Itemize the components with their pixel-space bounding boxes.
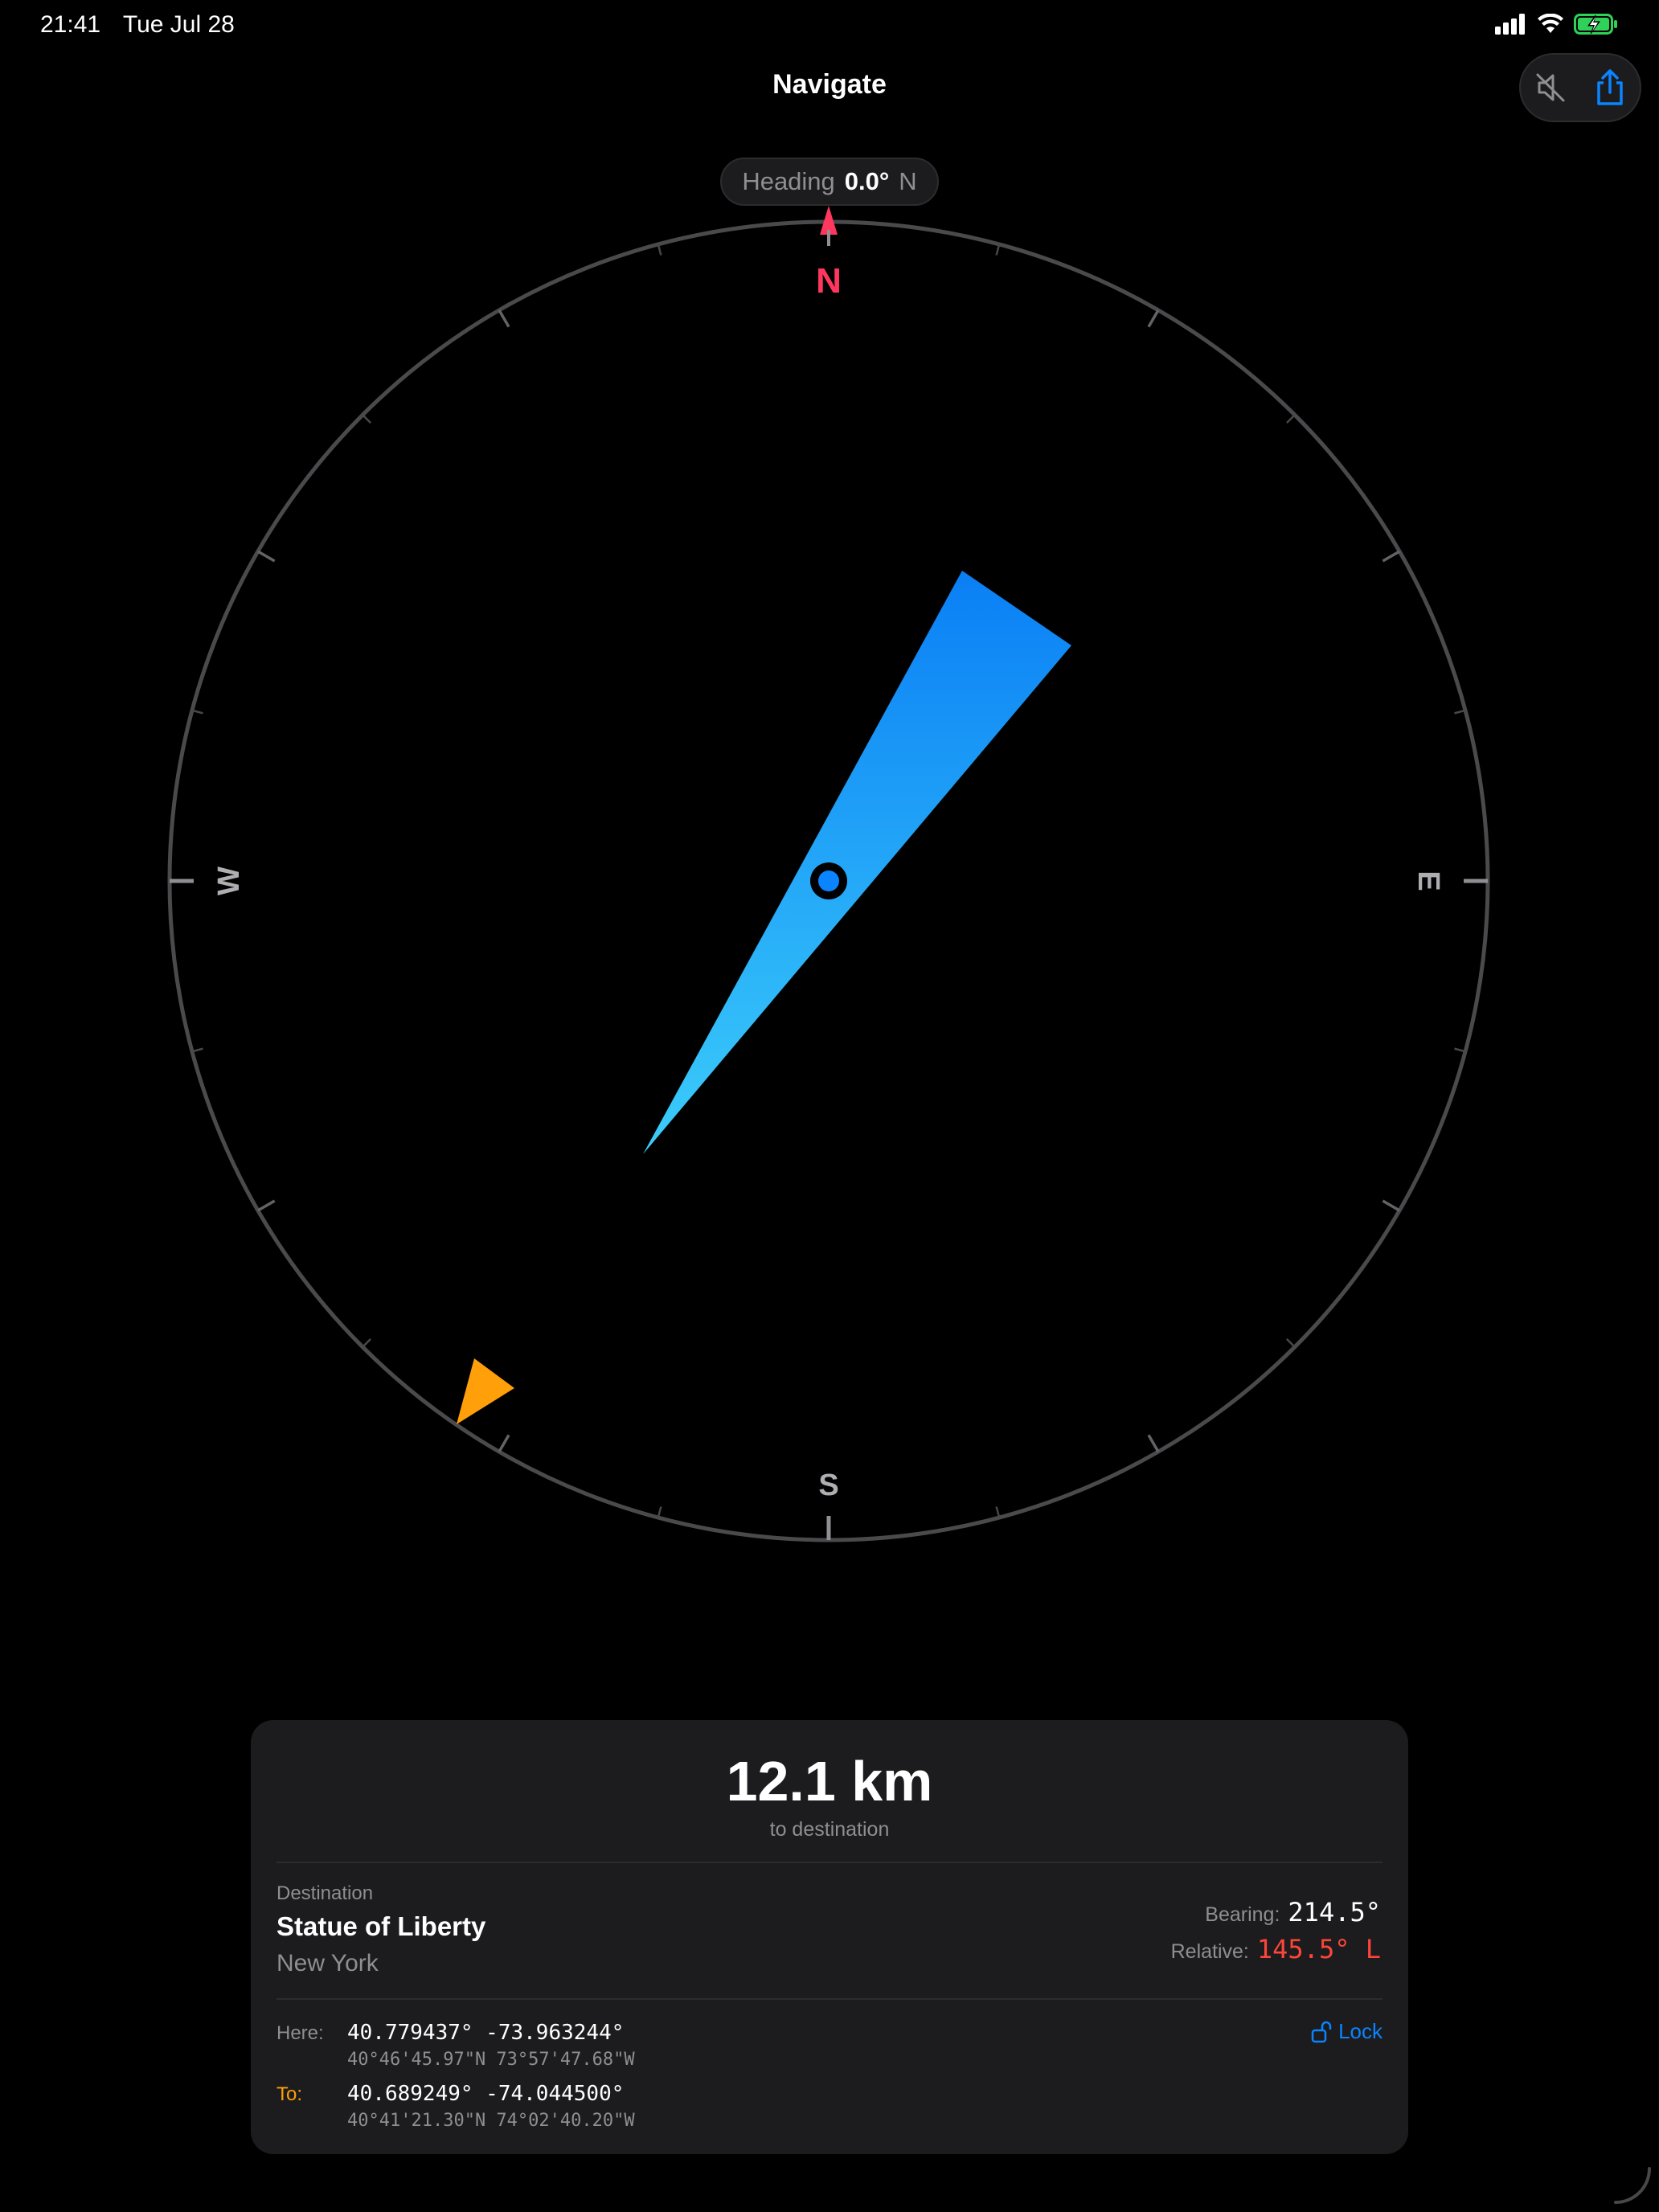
bearing-label: Bearing: <box>1205 1903 1280 1926</box>
compass-tick <box>1382 1199 1401 1212</box>
cardinal-south: S <box>818 1469 838 1502</box>
compass-tick <box>1147 1434 1160 1453</box>
unlock-icon <box>1311 2021 1332 2042</box>
here-dms: 40°46'45.97"N 73°57'47.68"W <box>347 2050 635 2070</box>
distance-value: 12.1 km <box>726 1750 933 1813</box>
compass-tick <box>1454 1047 1466 1053</box>
direction-needle <box>643 571 1071 1154</box>
distance-subtitle: to destination <box>769 1818 890 1841</box>
compass-tick <box>362 414 371 424</box>
compass-tick <box>995 244 1001 256</box>
to-dms: 40°41'21.30"N 74°02'40.20"W <box>347 2111 635 2131</box>
relative-value: 145.5° L <box>1256 1934 1381 1964</box>
relative-label: Relative: <box>1170 1940 1249 1963</box>
compass-tick <box>1454 709 1466 715</box>
lock-button[interactable]: Lock <box>1311 2019 1382 2044</box>
divider <box>276 1862 1382 1863</box>
compass-tick <box>657 244 662 256</box>
relative-row: Relative: 145.5° L <box>1171 1934 1381 1964</box>
to-label: To: <box>276 2083 303 2105</box>
destination-city: New York <box>276 1950 379 1976</box>
here-decimal: 40.779437° -73.963244° <box>347 2021 625 2045</box>
compass-tick <box>1286 1338 1296 1348</box>
compass-tick <box>498 309 510 328</box>
compass-tick <box>256 550 276 563</box>
compass-tick <box>995 1506 1001 1518</box>
destination-marker-icon <box>457 1358 514 1424</box>
navigate-screen: 21:41 Tue Jul 28 Navigate Heading 0.0° N… <box>0 0 1659 2212</box>
destination-card: 12.1 km to destination Destination Statu… <box>251 1720 1408 2154</box>
bearing-row: Bearing: 214.5° <box>1205 1897 1381 1927</box>
compass-tick <box>191 709 203 715</box>
compass-tick <box>191 1047 203 1053</box>
compass-tick <box>256 1199 276 1212</box>
bearing-value: 214.5° <box>1288 1897 1381 1927</box>
cardinal-north: N <box>816 261 842 301</box>
cardinal-west: W <box>212 866 246 895</box>
compass-tick <box>498 1434 510 1453</box>
destination-label: Destination <box>276 1882 374 1904</box>
compass-tick <box>1147 309 1160 328</box>
lock-label: Lock <box>1338 2019 1382 2043</box>
cardinal-east: E <box>1411 870 1445 891</box>
divider <box>276 1998 1382 2000</box>
to-decimal: 40.689249° -74.044500° <box>347 2082 625 2106</box>
compass-dial: N S E W <box>167 206 1490 1542</box>
here-label: Here: <box>276 2022 324 2044</box>
center-location-dot-inner <box>818 870 839 891</box>
compass-tick <box>362 1338 371 1348</box>
corner-resize-icon[interactable] <box>1612 2165 1653 2206</box>
destination-name: Statue of Liberty <box>276 1911 486 1941</box>
compass-tick <box>1286 414 1296 424</box>
compass-tick <box>657 1506 662 1518</box>
compass-tick <box>1382 550 1401 563</box>
